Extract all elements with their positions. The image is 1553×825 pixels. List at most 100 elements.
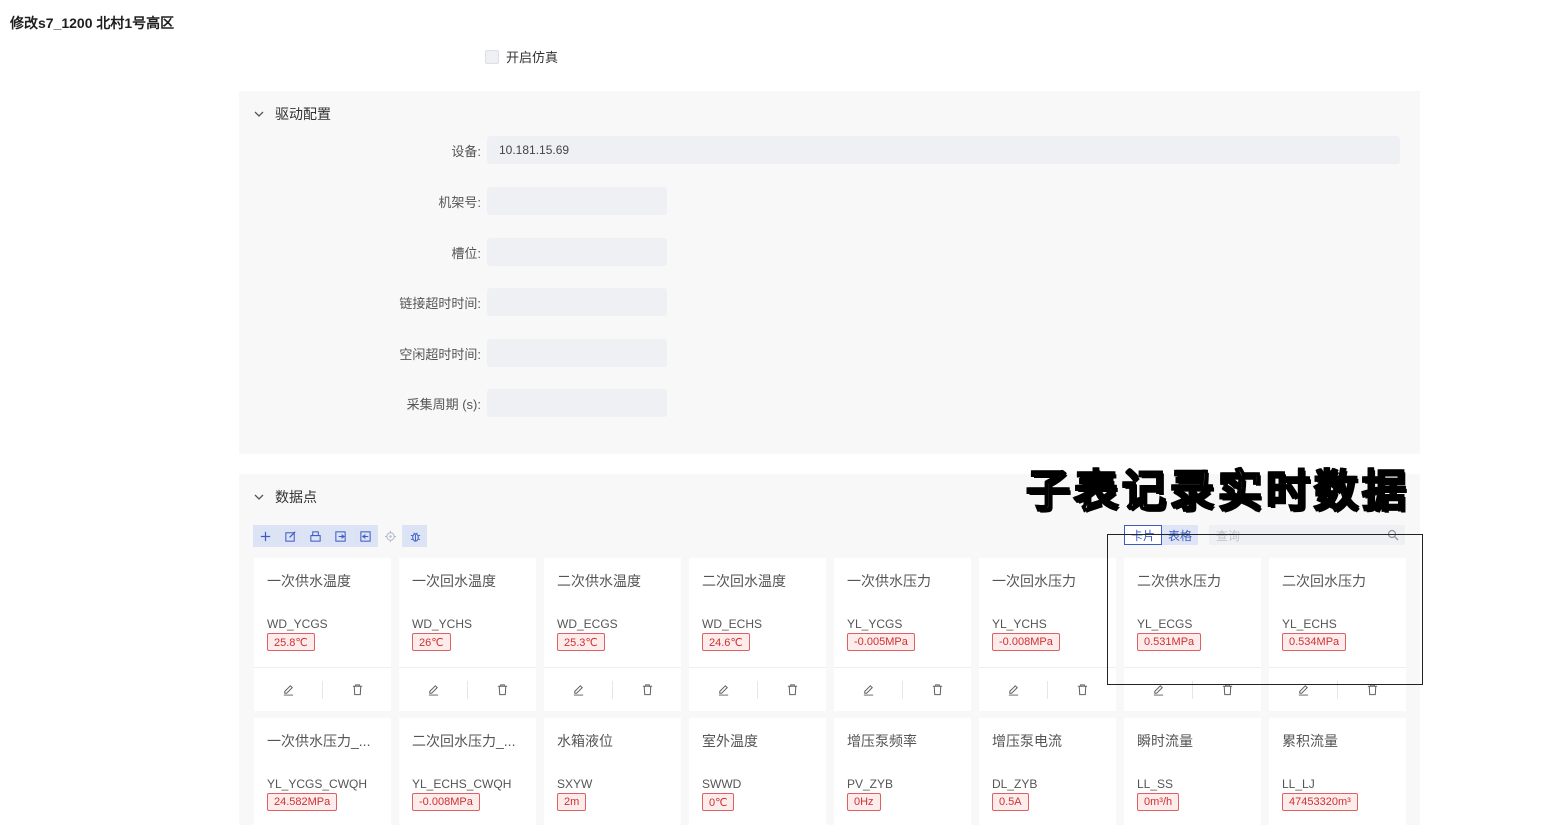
- card-code: YL_ECHS_CWQH: [412, 777, 512, 791]
- annotation-caption: 子表记录实时数据: [1025, 465, 1410, 518]
- form-row-idle-timeout: 空闲超时时间:: [239, 339, 667, 367]
- data-point-card[interactable]: 室外温度 SWWD 0℃: [689, 718, 826, 825]
- delete-card-button[interactable]: [758, 668, 826, 711]
- card-actions: [689, 667, 826, 711]
- data-point-card[interactable]: 一次供水压力_... YL_YCGS_CWQH 24.582MPa: [254, 718, 391, 825]
- simulation-label: 开启仿真: [506, 50, 559, 65]
- card-code: YL_YCGS: [847, 617, 903, 631]
- chevron-down-icon[interactable]: [253, 491, 265, 503]
- card-actions: [979, 667, 1116, 711]
- card-name: 一次供水压力: [847, 573, 931, 589]
- edit-card-button[interactable]: [689, 668, 757, 711]
- card-name: 一次供水压力_...: [267, 733, 371, 749]
- data-point-card[interactable]: 累积流量 LL_LJ 47453320m³: [1269, 718, 1406, 825]
- card-name: 瞬时流量: [1137, 733, 1193, 749]
- card-code: YL_YCHS: [992, 617, 1047, 631]
- delete-card-button[interactable]: [468, 668, 536, 711]
- print-icon: [309, 530, 321, 542]
- card-value-badge: 0℃: [702, 793, 735, 811]
- add-point-button[interactable]: [253, 525, 277, 547]
- card-value-badge: 25.8℃: [267, 633, 315, 651]
- simulation-checkbox[interactable]: [485, 49, 499, 64]
- driver-config-header[interactable]: 驱动配置: [253, 104, 331, 124]
- edit-icon: [284, 530, 296, 542]
- data-point-card[interactable]: 一次回水压力 YL_YCHS -0.008MPa: [979, 558, 1116, 711]
- edit-icon: [718, 685, 728, 696]
- form-row-slot: 槽位:: [239, 238, 667, 266]
- edit-card-button[interactable]: [399, 668, 467, 711]
- data-point-card[interactable]: 水箱液位 SXYW 2m: [544, 718, 681, 825]
- idle-timeout-input[interactable]: [487, 339, 667, 367]
- edit-icon: [573, 685, 583, 696]
- data-point-card[interactable]: 二次回水温度 WD_ECHS 24.6℃: [689, 558, 826, 711]
- card-value-badge: 24.582MPa: [267, 793, 338, 811]
- card-code: SWWD: [702, 777, 742, 791]
- data-point-card[interactable]: 一次供水温度 WD_YCGS 25.8℃: [254, 558, 391, 711]
- card-name: 水箱液位: [557, 733, 613, 749]
- edit-card-button[interactable]: [979, 668, 1047, 711]
- edit-card-button[interactable]: [834, 668, 902, 711]
- card-value-badge: 26℃: [412, 633, 451, 651]
- card-code: WD_YCGS: [267, 617, 328, 631]
- delete-card-button[interactable]: [903, 668, 971, 711]
- card-value-badge: -0.008MPa: [992, 633, 1060, 651]
- card-name: 室外温度: [702, 733, 758, 749]
- card-actions: [254, 667, 391, 711]
- card-name: 二次回水压力_...: [412, 733, 516, 749]
- card-value-badge: 47453320m³: [1282, 793, 1358, 811]
- locate-button[interactable]: [378, 525, 402, 547]
- card-value-badge: 0.5A: [992, 793, 1029, 811]
- delete-card-button[interactable]: [323, 668, 391, 711]
- simulation-toggle[interactable]: 开启仿真: [485, 47, 558, 66]
- import-button[interactable]: [328, 525, 352, 547]
- slot-label: 槽位:: [451, 245, 481, 261]
- card-value-badge: 0m³/h: [1137, 793, 1180, 811]
- card-code: LL_SS: [1137, 777, 1174, 791]
- delete-card-button[interactable]: [613, 668, 681, 711]
- form-row-connect-timeout: 链接超时时间:: [239, 288, 667, 316]
- import-icon: [334, 530, 346, 542]
- data-point-card[interactable]: 一次供水压力 YL_YCGS -0.005MPa: [834, 558, 971, 711]
- card-name: 一次供水温度: [267, 573, 351, 589]
- data-point-card[interactable]: 二次回水压力_... YL_ECHS_CWQH -0.008MPa: [399, 718, 536, 825]
- data-point-card[interactable]: 瞬时流量 LL_SS 0m³/h: [1124, 718, 1261, 825]
- data-points-title: 数据点: [275, 489, 317, 505]
- trash-icon: [642, 684, 652, 696]
- data-point-card[interactable]: 一次回水温度 WD_YCHS 26℃: [399, 558, 536, 711]
- card-code: LL_LJ: [1282, 777, 1315, 791]
- period-input[interactable]: [487, 389, 667, 417]
- card-value-badge: 0Hz: [847, 793, 881, 811]
- slot-input[interactable]: [487, 238, 667, 266]
- card-code: WD_YCHS: [412, 617, 473, 631]
- card-name: 一次回水压力: [992, 573, 1076, 589]
- card-actions: [834, 667, 971, 711]
- data-points-header[interactable]: 数据点: [253, 487, 317, 507]
- edit-card-button[interactable]: [254, 668, 322, 711]
- print-button[interactable]: [303, 525, 327, 547]
- card-name: 二次供水温度: [557, 573, 641, 589]
- edit-point-button[interactable]: [278, 525, 302, 547]
- device-input[interactable]: 10.181.15.69: [487, 136, 1400, 164]
- chevron-down-icon[interactable]: [253, 108, 265, 120]
- page-title: 修改s7_1200 北村1号高区: [10, 15, 175, 31]
- card-value-badge: 24.6℃: [702, 633, 750, 651]
- card-name: 增压泵电流: [992, 733, 1062, 749]
- data-point-card[interactable]: 二次供水温度 WD_ECGS 25.3℃: [544, 558, 681, 711]
- connect-timeout-input[interactable]: [487, 288, 667, 316]
- trash-icon: [932, 684, 942, 696]
- locate-icon: [384, 530, 396, 542]
- plus-icon: [260, 531, 270, 541]
- edit-card-button[interactable]: [544, 668, 612, 711]
- trash-icon: [352, 684, 362, 696]
- delete-card-button[interactable]: [1048, 668, 1116, 711]
- rack-input[interactable]: [487, 187, 667, 215]
- debug-button[interactable]: [403, 525, 427, 547]
- data-point-card[interactable]: 增压泵电流 DL_ZYB 0.5A: [979, 718, 1116, 825]
- card-value-badge: 2m: [557, 793, 587, 811]
- export-button[interactable]: [353, 525, 377, 547]
- trash-icon: [497, 684, 507, 696]
- period-label: 采集周期 (s):: [406, 396, 481, 412]
- data-point-card[interactable]: 增压泵频率 PV_ZYB 0Hz: [834, 718, 971, 825]
- card-value-badge: 25.3℃: [557, 633, 605, 651]
- card-name: 二次回水温度: [702, 573, 786, 589]
